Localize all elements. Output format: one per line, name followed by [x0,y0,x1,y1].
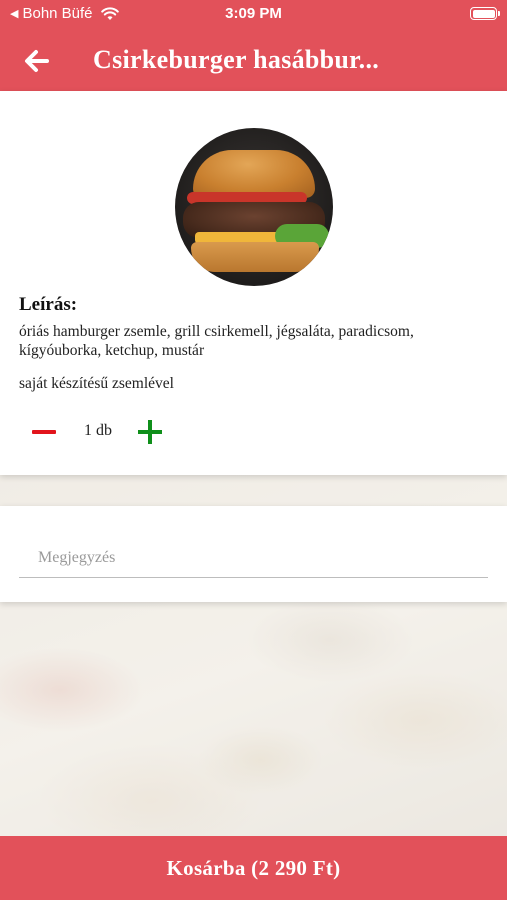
description-text: óriás hamburger zsemle, grill csirkemell… [19,323,414,359]
add-to-cart-button[interactable]: Kosárba (2 290 Ft) [0,836,507,900]
minus-icon [32,430,56,434]
nav-bar: Csirkeburger hasábbur... [0,30,507,91]
product-image [175,128,333,286]
description-heading: Leírás: [19,294,78,315]
description-extra: saját készítésű zsemlével [19,375,174,392]
note-input[interactable] [19,538,488,578]
battery-icon [470,7,500,20]
arrow-left-icon [25,50,49,72]
decrease-quantity-button[interactable] [30,421,58,443]
status-time: 3:09 PM [225,5,282,22]
product-card: Leírás: óriás hamburger zsemle, grill cs… [0,91,507,475]
back-button[interactable] [20,44,54,78]
increase-quantity-button[interactable] [136,418,164,446]
quantity-value: 1 db [84,422,112,439]
page-title: Csirkeburger hasábbur... [93,45,380,74]
quantity-stepper: 1 db [30,417,190,447]
note-card [0,506,507,602]
status-bar: ◀ Bohn Büfé 3:09 PM [0,0,507,30]
